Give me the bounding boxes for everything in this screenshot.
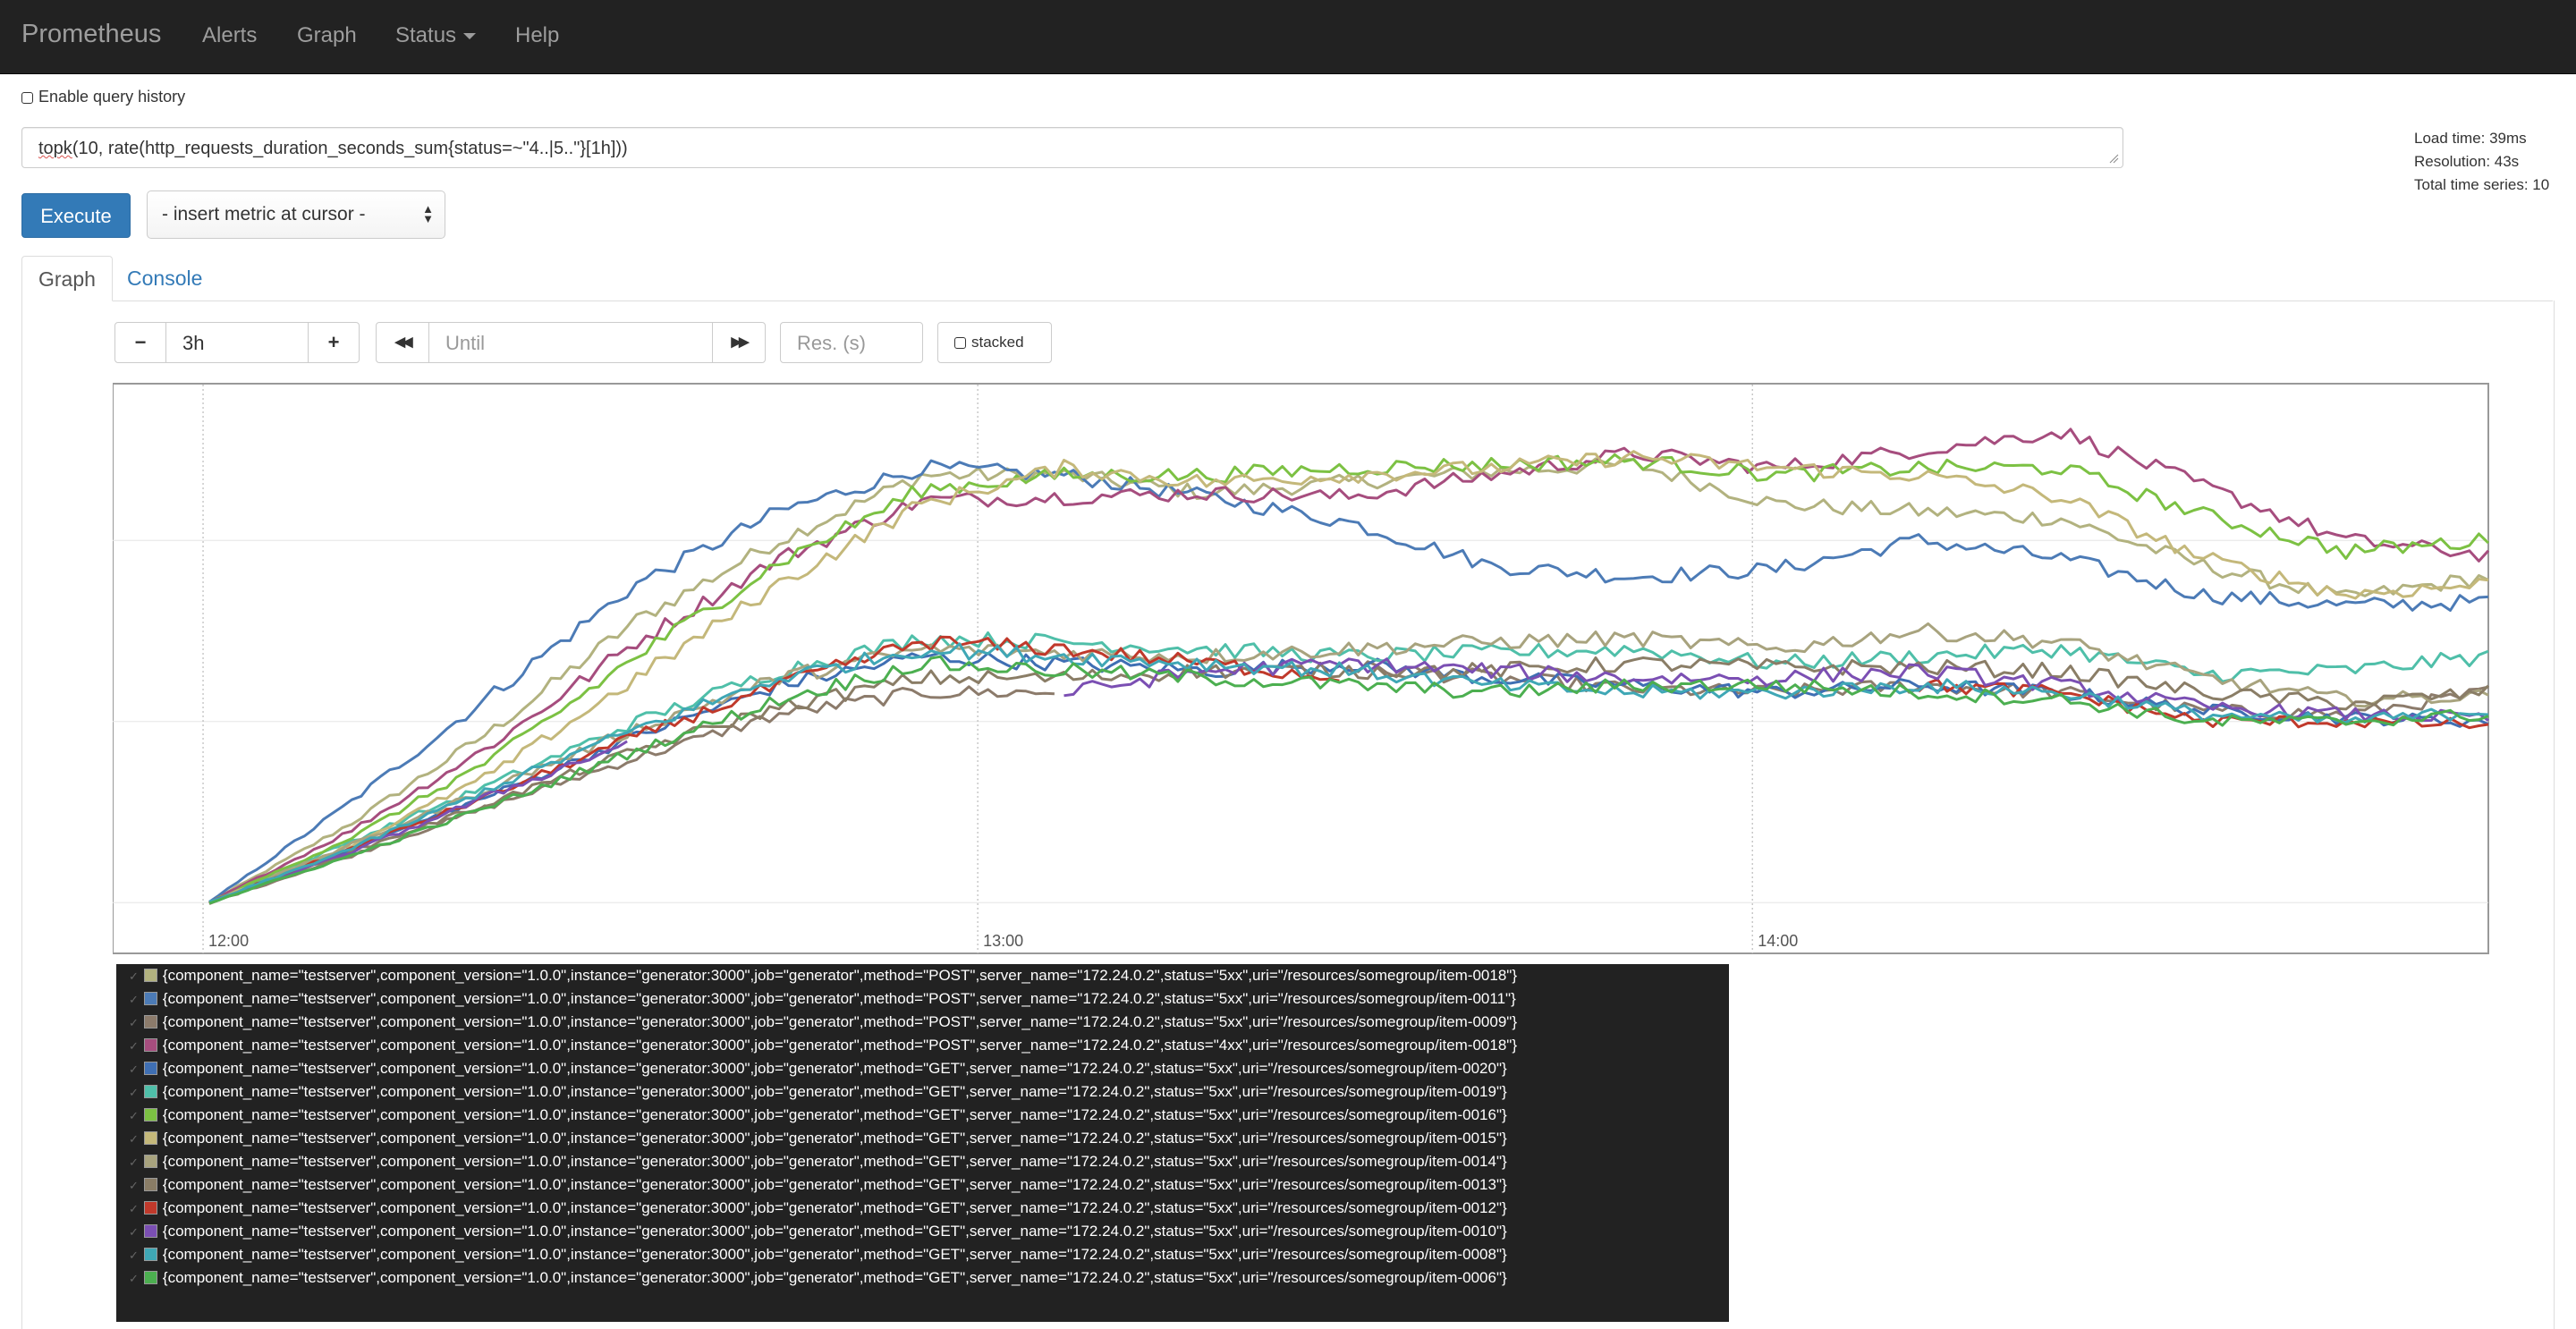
expression-func: topk bbox=[38, 139, 72, 158]
x-tick-label: 14:00 bbox=[1758, 932, 1798, 950]
stacked-checkbox[interactable] bbox=[954, 337, 966, 349]
tab-bar: Graph Console bbox=[21, 256, 2553, 301]
legend-item[interactable]: ✓ {component_name="testserver",component_… bbox=[116, 964, 1729, 987]
legend-swatch bbox=[143, 1062, 157, 1075]
load-time: Load time: 39ms bbox=[2414, 130, 2527, 147]
check-icon: ✓ bbox=[129, 1225, 139, 1239]
expression-input[interactable]: topk(10, rate(http_requests_duration_sec… bbox=[21, 127, 2123, 168]
legend-label: {component_name="testserver",component_v… bbox=[162, 1060, 1507, 1077]
legend-label: {component_name="testserver",component_v… bbox=[162, 967, 1518, 984]
legend-label: {component_name="testserver",component_v… bbox=[162, 1106, 1507, 1123]
legend-item[interactable]: ✓ {component_name="testserver",component_… bbox=[116, 1150, 1729, 1173]
nav-status[interactable]: Status bbox=[395, 23, 477, 48]
check-icon: ✓ bbox=[129, 1109, 139, 1122]
legend-item[interactable]: ✓ {component_name="testserver",component_… bbox=[116, 1034, 1729, 1057]
legend-item[interactable]: ✓ {component_name="testserver",component_… bbox=[116, 1173, 1729, 1197]
legend-label: {component_name="testserver",component_v… bbox=[162, 990, 1516, 1007]
query-history-label: Enable query history bbox=[38, 88, 186, 106]
legend-item[interactable]: ✓ {component_name="testserver",component_… bbox=[116, 1266, 1729, 1290]
legend-swatch bbox=[143, 1248, 157, 1261]
legend-label: {component_name="testserver",component_v… bbox=[162, 1269, 1507, 1286]
query-stats: Load time: 39ms Resolution: 43s Total ti… bbox=[2414, 127, 2549, 197]
legend-item[interactable]: ✓ {component_name="testserver",component_… bbox=[116, 1057, 1729, 1080]
legend-label: {component_name="testserver",component_v… bbox=[162, 1153, 1507, 1170]
legend-label: {component_name="testserver",component_v… bbox=[162, 1130, 1507, 1147]
time-back-button[interactable]: ◀◀ bbox=[376, 322, 429, 363]
legend-swatch bbox=[143, 1201, 157, 1215]
check-icon: ✓ bbox=[129, 1202, 139, 1215]
range-increase-button[interactable]: + bbox=[308, 322, 360, 363]
check-icon: ✓ bbox=[129, 1016, 139, 1029]
until-input[interactable]: Until bbox=[428, 322, 713, 363]
range-decrease-button[interactable]: − bbox=[114, 322, 166, 363]
legend-swatch bbox=[143, 992, 157, 1005]
legend-item[interactable]: ✓ {component_name="testserver",component_… bbox=[116, 1220, 1729, 1243]
total-time-series: Total time series: 10 bbox=[2414, 176, 2550, 193]
brand-link[interactable]: Prometheus bbox=[21, 20, 161, 49]
query-history-toggle[interactable]: Enable query history bbox=[21, 88, 185, 106]
expression-text: (10, rate(http_requests_duration_seconds… bbox=[72, 139, 628, 158]
resolution: Resolution: 43s bbox=[2414, 153, 2520, 170]
nav-graph[interactable]: Graph bbox=[297, 23, 357, 48]
check-icon: ✓ bbox=[129, 993, 139, 1006]
check-icon: ✓ bbox=[129, 1086, 139, 1099]
legend-swatch bbox=[143, 1131, 157, 1145]
legend-label: {component_name="testserver",component_v… bbox=[162, 1246, 1507, 1263]
graph-chart[interactable]: 00.050.1 12:0013:0014:00 bbox=[113, 383, 2492, 964]
check-icon: ✓ bbox=[129, 1155, 139, 1169]
insert-metric-value: - insert metric at cursor - bbox=[162, 204, 366, 224]
check-icon: ✓ bbox=[129, 1062, 139, 1076]
stacked-toggle[interactable]: stacked bbox=[937, 322, 1052, 363]
insert-metric-select[interactable]: - insert metric at cursor - ▲ ▼ bbox=[147, 190, 445, 239]
tab-graph[interactable]: Graph bbox=[21, 256, 113, 301]
nav-help[interactable]: Help bbox=[515, 23, 559, 48]
nav-alerts[interactable]: Alerts bbox=[202, 23, 257, 48]
check-icon: ✓ bbox=[129, 969, 139, 983]
check-icon: ✓ bbox=[129, 1132, 139, 1146]
graph-legend: ✓ {component_name="testserver",component_… bbox=[116, 964, 1729, 1322]
check-icon: ✓ bbox=[129, 1039, 139, 1053]
stacked-label: stacked bbox=[971, 334, 1024, 351]
check-icon: ✓ bbox=[129, 1179, 139, 1192]
legend-swatch bbox=[143, 1155, 157, 1168]
legend-item[interactable]: ✓ {component_name="testserver",component_… bbox=[116, 1243, 1729, 1266]
resolution-input[interactable]: Res. (s) bbox=[780, 322, 923, 363]
x-tick-label: 12:00 bbox=[208, 932, 249, 950]
time-forward-button[interactable]: ▶▶ bbox=[712, 322, 766, 363]
legend-swatch bbox=[143, 1108, 157, 1122]
legend-label: {component_name="testserver",component_v… bbox=[162, 1176, 1507, 1193]
query-history-checkbox[interactable] bbox=[21, 92, 33, 104]
legend-label: {component_name="testserver",component_v… bbox=[162, 1013, 1518, 1030]
resize-handle-icon[interactable] bbox=[2108, 153, 2119, 164]
x-tick-label: 13:00 bbox=[983, 932, 1023, 950]
nav-status-label: Status bbox=[395, 23, 457, 47]
check-icon: ✓ bbox=[129, 1249, 139, 1262]
legend-label: {component_name="testserver",component_v… bbox=[162, 1199, 1507, 1216]
legend-swatch bbox=[143, 1015, 157, 1028]
legend-item[interactable]: ✓ {component_name="testserver",component_… bbox=[116, 1011, 1729, 1034]
range-input[interactable]: 3h bbox=[165, 322, 309, 363]
legend-swatch bbox=[143, 1271, 157, 1284]
top-navbar: Prometheus Alerts Graph Status Help bbox=[0, 0, 2576, 74]
legend-item[interactable]: ✓ {component_name="testserver",component_… bbox=[116, 1197, 1729, 1220]
tab-console[interactable]: Console bbox=[111, 256, 218, 301]
legend-item[interactable]: ✓ {component_name="testserver",component_… bbox=[116, 987, 1729, 1011]
legend-swatch bbox=[143, 969, 157, 982]
legend-item[interactable]: ✓ {component_name="testserver",component_… bbox=[116, 1080, 1729, 1104]
execute-button[interactable]: Execute bbox=[21, 193, 131, 238]
legend-label: {component_name="testserver",component_v… bbox=[162, 1037, 1518, 1054]
legend-swatch bbox=[143, 1178, 157, 1191]
legend-swatch bbox=[143, 1038, 157, 1052]
chevron-down-icon bbox=[463, 33, 477, 40]
legend-label: {component_name="testserver",component_v… bbox=[162, 1083, 1507, 1100]
legend-swatch bbox=[143, 1085, 157, 1098]
legend-swatch bbox=[143, 1224, 157, 1238]
legend-item[interactable]: ✓ {component_name="testserver",component_… bbox=[116, 1127, 1729, 1150]
check-icon: ✓ bbox=[129, 1272, 139, 1285]
legend-item[interactable]: ✓ {component_name="testserver",component_… bbox=[116, 1104, 1729, 1127]
select-arrows-icon: ▲ ▼ bbox=[422, 202, 434, 225]
legend-label: {component_name="testserver",component_v… bbox=[162, 1223, 1507, 1240]
